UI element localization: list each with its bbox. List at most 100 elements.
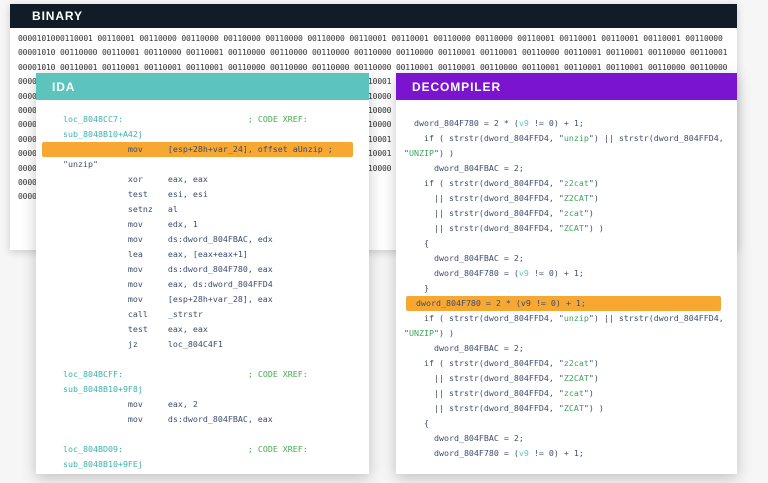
code-line: test eax, eax	[36, 322, 369, 337]
binary-panel-header: BINARY	[10, 4, 737, 28]
code-line: setnz al	[36, 202, 369, 217]
code-line: sub_8048B10+9FEj	[36, 457, 369, 472]
code-segment-comment: ; CODE XREF:	[248, 369, 308, 379]
code-line: loc_8048CC7: ; CODE XREF:	[36, 112, 369, 127]
code-line: dword_804FBAC = 2;	[396, 431, 737, 446]
code-segment-asm: {	[404, 418, 429, 428]
binary-line: 0000101000110001 00110001 00110000 00110…	[18, 32, 737, 46]
code-segment-asm: ") )	[434, 148, 454, 158]
code-segment-asm: || strstr(dword_804FFD4, "	[404, 403, 564, 413]
code-segment-asm: ")	[589, 358, 599, 368]
code-line: mov [esp+28h+var_28], eax	[36, 292, 369, 307]
decompiler-panel-title: DECOMPILER	[412, 80, 501, 94]
code-segment-asm: != 0) + 1;	[529, 118, 584, 128]
code-line: dword_804FBAC = 2;	[396, 341, 737, 356]
ida-highlight-line[interactable]: mov [esp+28h+var_24], offset aUnzip ;	[42, 142, 353, 157]
code-segment-asm: ") || strstr(dword_804FFD4,	[589, 313, 724, 323]
code-line: dword_804FBAC = 2;	[396, 251, 737, 266]
code-segment-asm: dword_804FBAC = 2;	[404, 343, 524, 353]
code-segment-asm: ")	[584, 208, 594, 218]
code-segment-asm: jz loc_804C4F1	[63, 339, 223, 349]
code-line: loc_804BCFF: ; CODE XREF:	[36, 367, 369, 382]
code-line: jz loc_804C4F1	[36, 337, 369, 352]
code-segment-label: sub_8048B10+9FEj	[63, 459, 143, 469]
code-segment-asm: ") )	[584, 223, 604, 233]
code-segment-asm: || strstr(dword_804FFD4, "	[404, 193, 564, 203]
code-line: mov edx, 1	[36, 217, 369, 232]
code-segment-string: unzip	[564, 313, 589, 323]
code-segment-asm	[123, 369, 248, 379]
code-segment-asm: ")	[584, 388, 594, 398]
code-segment-string: unzip	[564, 133, 589, 143]
code-segment-label: sub_8048B10+9F8j	[63, 384, 143, 394]
code-segment-label: loc_804BCFF:	[63, 369, 123, 379]
code-segment-asm: ")	[589, 373, 599, 383]
code-line: sub_8048B10+9F8j	[36, 382, 369, 397]
code-line: || strstr(dword_804FFD4, "ZCAT") )	[396, 401, 737, 416]
code-line: loc_804BD09: ; CODE XREF:	[36, 442, 369, 457]
code-segment-asm: != 0) + 1;	[529, 268, 584, 278]
code-segment-string: zcat	[564, 388, 584, 398]
code-line: dword_804F780 = (v9 != 0) + 1;	[396, 266, 737, 281]
code-segment-asm: ") )	[434, 328, 454, 338]
code-segment-asm: ")	[589, 178, 599, 188]
code-segment-variable: v9	[519, 268, 529, 278]
code-segment-asm: test eax, eax	[63, 324, 208, 334]
code-segment-asm: dword_804F780 = (	[404, 268, 519, 278]
code-segment-label: loc_8048CC7:	[63, 114, 123, 124]
code-segment-asm: }	[404, 283, 429, 293]
code-segment-asm: || strstr(dword_804FFD4, "	[404, 388, 564, 398]
ida-code: loc_8048CC7: ; CODE XREF:sub_8048B10+A42…	[36, 100, 369, 472]
code-line: if ( strstr(dword_804FFD4, "z2cat")	[396, 176, 737, 191]
code-line: "UNZIP") )	[396, 326, 737, 341]
code-line: {	[396, 416, 737, 431]
code-line: mov eax, ds:dword_804FFD4	[36, 277, 369, 292]
code-segment-asm: mov ds:dword_804FBAC, edx	[63, 234, 273, 244]
code-line: "unzip"	[36, 157, 369, 172]
code-line: {	[396, 236, 737, 251]
code-segment-comment: ; CODE XREF:	[248, 114, 308, 124]
code-segment-asm	[123, 114, 248, 124]
code-segment-asm: dword_804FBAC = 2;	[404, 253, 524, 263]
code-line: sub_8048B10+A42j	[36, 127, 369, 142]
ida-panel-title: IDA	[52, 80, 75, 94]
code-line: mov ds:dword_804FBAC, edx	[36, 232, 369, 247]
code-line: || strstr(dword_804FFD4, "zcat")	[396, 386, 737, 401]
code-segment-asm: mov ds:dword_804F780, eax	[63, 264, 273, 274]
code-segment-string: z2cat	[564, 178, 589, 188]
code-segment-asm: {	[404, 238, 429, 248]
code-segment-asm: dword_804F780 = 2 * (v9 != 0) + 1;	[406, 298, 586, 308]
code-segment-asm: mov eax, ds:dword_804FFD4	[63, 279, 273, 289]
code-segment-comment: ; CODE XREF:	[248, 444, 308, 454]
code-line: || strstr(dword_804FFD4, "Z2CAT")	[396, 191, 737, 206]
code-segment-asm: xor eax, eax	[63, 174, 208, 184]
binary-panel-title: BINARY	[32, 9, 83, 23]
code-line: "UNZIP") )	[396, 146, 737, 161]
code-line: test esi, esi	[36, 187, 369, 202]
code-line: dword_804FBAC = 2;	[396, 161, 737, 176]
code-line: if ( strstr(dword_804FFD4, "z2cat")	[396, 356, 737, 371]
code-segment-asm: || strstr(dword_804FFD4, "	[404, 208, 564, 218]
ida-panel: IDA loc_8048CC7: ; CODE XREF:sub_8048B10…	[36, 73, 369, 474]
code-segment-asm: test esi, esi	[63, 189, 208, 199]
code-segment-asm: ")	[589, 193, 599, 203]
code-segment-asm: != 0) + 1;	[529, 448, 584, 458]
decompiler-highlight-line[interactable]: dword_804F780 = 2 * (v9 != 0) + 1;	[406, 296, 721, 311]
code-segment-asm: setnz al	[63, 204, 178, 214]
code-segment-label: loc_804BD09:	[63, 444, 123, 454]
decompiler-panel-header: DECOMPILER	[396, 73, 737, 100]
code-line: if ( strstr(dword_804FFD4, "unzip") || s…	[396, 311, 737, 326]
code-segment-asm: dword_804F780 = (	[404, 448, 519, 458]
code-line: call _strstr	[36, 307, 369, 322]
code-segment-asm: dword_804FBAC = 2;	[404, 433, 524, 443]
code-line: mov eax, 2	[36, 397, 369, 412]
app-canvas: BINARY 0000101000110001 00110001 0011000…	[0, 0, 768, 483]
code-segment-asm: call _strstr	[63, 309, 203, 319]
code-line: || strstr(dword_804FFD4, "Z2CAT")	[396, 371, 737, 386]
code-line: mov ds:dword_804F780, eax	[36, 262, 369, 277]
code-line	[36, 352, 369, 367]
code-segment-asm: ") )	[584, 403, 604, 413]
code-segment-asm: || strstr(dword_804FFD4, "	[404, 373, 564, 383]
code-segment-string: UNZIP	[409, 148, 434, 158]
code-segment-asm: "unzip"	[63, 159, 98, 169]
